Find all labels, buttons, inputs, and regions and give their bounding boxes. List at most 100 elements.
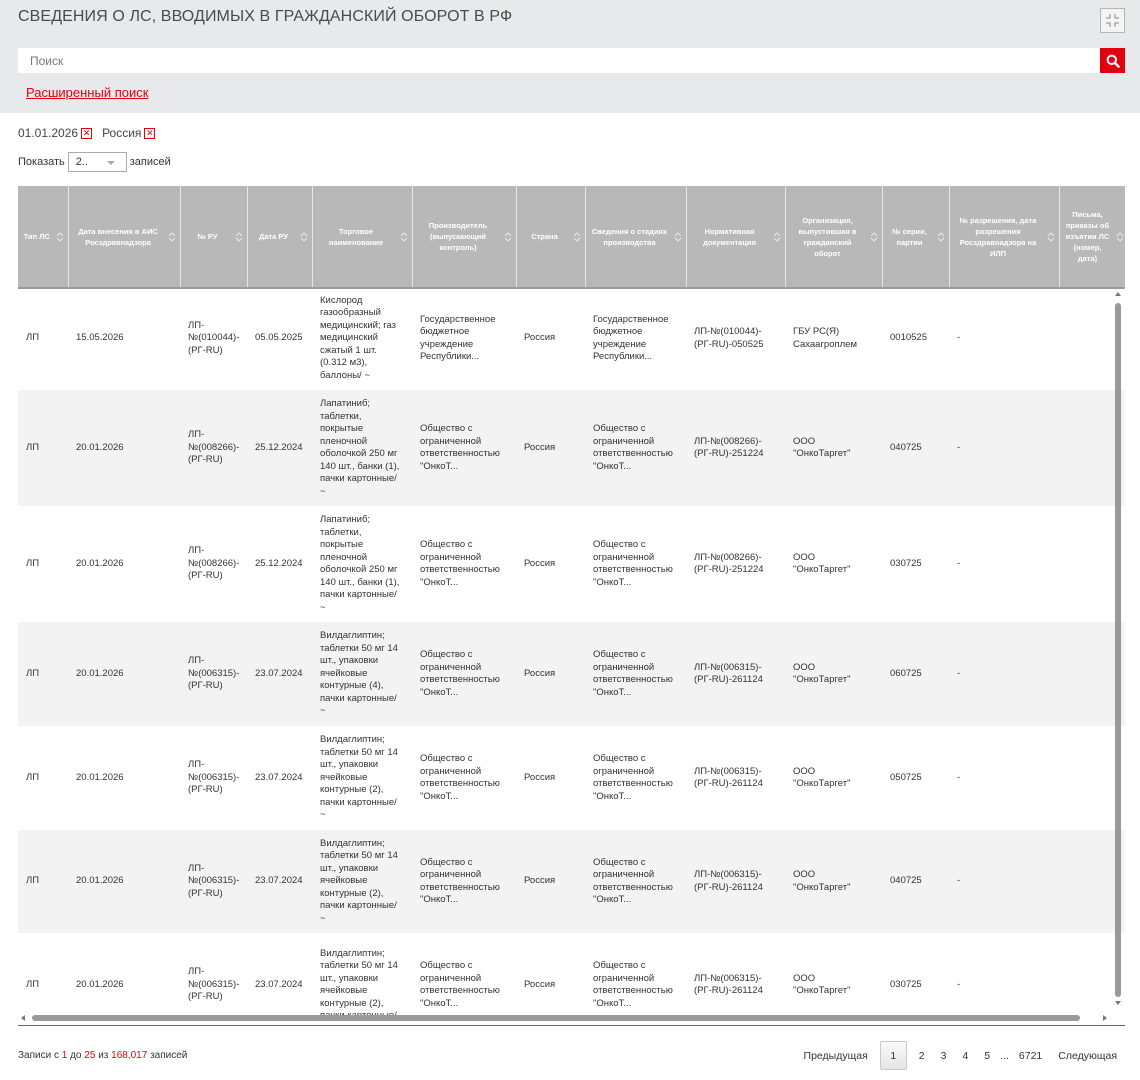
horizontal-scrollbar[interactable] [18,1012,1125,1024]
table-row[interactable]: ЛП 20.01.2026 ЛП-№(008266)-(РГ-RU) 25.12.20… [18,390,1125,506]
horizontal-scroll-thumb[interactable] [32,1015,1080,1021]
column-header-label: Письма, приказы об изъятии ЛС (номер, да… [1065,210,1110,263]
table-cell: ООО "ОнкоТаргет" [785,622,882,726]
column-header[interactable]: Дата РУ [247,186,313,287]
column-header[interactable]: Организация, выпустившая в гражданский о… [785,186,883,287]
scroll-up-icon[interactable] [1115,292,1121,296]
table-row[interactable]: ЛП 20.01.2026 ЛП-№(006315)-(РГ-RU) 23.07.20… [18,622,1125,726]
column-header[interactable]: № РУ [180,186,248,287]
pagination-page[interactable]: 5 [976,1050,998,1062]
sort-icon [870,231,877,242]
table-cell: Общество с ограниченной ответственностью… [585,390,686,506]
table-cell: Россия [516,830,585,933]
sort-icon [235,231,242,242]
table-cell: ЛП [18,830,68,933]
vertical-scroll-thumb[interactable] [1115,303,1121,997]
header-divider [18,287,1125,289]
filter-chip-label: Россия [102,126,142,140]
column-header[interactable]: Письма, приказы об изъятии ЛС (номер, да… [1059,186,1125,287]
table-cell: - [949,390,1059,506]
scroll-left-icon[interactable] [21,1015,25,1021]
table-cell: - [949,287,1059,390]
records-table: Тип ЛС Дата внесения в АИС Росздравнадзор… [18,186,1125,1026]
table-cell: ЛП-№(006315)-(РГ-RU)-261124 [686,830,785,933]
table-row[interactable]: ЛП 20.01.2026 ЛП-№(006315)-(РГ-RU) 23.07.20… [18,830,1125,933]
page-length-select[interactable]: 2.. [67,152,127,172]
column-header-label: Торговое наименование [328,226,384,247]
table-cell: 040725 [882,830,949,933]
page-title: СВЕДЕНИЯ О ЛС, ВВОДИМЫХ В ГРАЖДАНСКИЙ ОБ… [18,8,513,25]
table-cell: ЛП-№(006315)-(РГ-RU)-261124 [686,726,785,830]
table-cell: ЛП-№(008266)-(РГ-RU) [180,506,247,622]
pagination-page[interactable]: 4 [954,1050,976,1062]
sort-icon [937,231,944,242]
table-cell: Россия [516,390,585,506]
table-cell: ЛП [18,622,68,726]
table-cell: Россия [516,506,585,622]
sort-icon [573,231,580,242]
pagination-page[interactable]: 2 [911,1050,933,1062]
table-row[interactable]: ЛП 15.05.2026 ЛП-№(010044)-(РГ-RU) 05.05.20… [18,287,1125,390]
collapse-button[interactable] [1100,8,1125,33]
column-header-label: Сведения о стадиях производства [591,226,668,247]
table-cell: 25.12.2024 [247,506,312,622]
pagination-page[interactable]: 3 [933,1050,955,1062]
table-cell: - [949,726,1059,830]
column-header[interactable]: № серии, партии [882,186,950,287]
pagination-next[interactable]: Следующая [1050,1050,1125,1062]
column-header[interactable]: Дата внесения в АИС Росздравнадзора [68,186,181,287]
column-header[interactable]: № разрешения, дата разрешения Росздравна… [949,186,1060,287]
column-header[interactable]: Нормативная документация [686,186,786,287]
records-info: Записи с 1 до 25 из 168,017 записей [18,1050,188,1061]
records-table-container[interactable]: Тип ЛС Дата внесения в АИС Росздравнадзор… [18,186,1125,1026]
column-header-label: Нормативная документация [703,226,756,247]
sort-icon [1047,231,1054,242]
remove-filter-icon[interactable]: ✕ [144,127,156,139]
table-cell: 23.07.2024 [247,622,312,726]
table-cell: 0010525 [882,287,949,390]
table-cell: Государственное бюджетное учреждение Рес… [585,287,686,390]
table-cell: Общество с ограниченной ответственностью… [585,622,686,726]
pagination-current-page[interactable]: 1 [879,1041,907,1070]
table-cell: Россия [516,726,585,830]
sort-icon [504,231,511,242]
table-cell: ГБУ РС(Я) Сахаагроплем [785,287,882,390]
column-header[interactable]: Торговое наименование [312,186,413,287]
sort-icon [773,231,780,242]
advanced-search-link[interactable]: Расширенный поиск [26,85,148,100]
search-bar [18,48,1125,73]
remove-filter-icon[interactable]: ✕ [81,127,93,139]
table-cell: Общество с ограниченной ответственностью… [412,390,516,506]
table-cell: ЛП-№(008266)-(РГ-RU)-251224 [686,390,785,506]
table-cell: ЛП-№(010044)-(РГ-RU)-050525 [686,287,785,390]
scroll-right-icon[interactable] [1103,1015,1107,1021]
vertical-scrollbar[interactable] [1112,290,1124,1008]
table-cell: ЛП [18,287,68,390]
pagination-page[interactable]: 6721 [1011,1050,1050,1062]
table-cell: Общество с ограниченной ответственностью… [585,830,686,933]
scroll-down-icon[interactable] [1115,1001,1121,1005]
search-icon [1106,54,1120,68]
table-cell: ЛП-№(008266)-(РГ-RU)-251224 [686,506,785,622]
sort-icon [674,231,681,242]
table-cell: 030725 [882,506,949,622]
column-header[interactable]: Сведения о стадиях производства [585,186,687,287]
column-header-label: № серии, партии [892,226,927,247]
pagination-prev[interactable]: Предыдущая [796,1050,876,1062]
table-body: ЛП 15.05.2026 ЛП-№(010044)-(РГ-RU) 05.05.20… [18,287,1125,1026]
search-button[interactable] [1100,48,1125,73]
column-header[interactable]: Производитель (выпускающий контроль) [412,186,517,287]
table-cell: Вилдаглиптин; таблетки 50 мг 14 шт., упа… [312,726,412,830]
filter-chip-date: 01.01.2026 ✕ [18,126,93,140]
table-cell: 23.07.2024 [247,726,312,830]
table-row[interactable]: ЛП 20.01.2026 ЛП-№(008266)-(РГ-RU) 25.12.20… [18,506,1125,622]
table-cell: Общество с ограниченной ответственностью… [412,830,516,933]
column-header[interactable]: Страна [516,186,586,287]
table-cell: ЛП-№(006315)-(РГ-RU) [180,830,247,933]
table-cell: ЛП-№(010044)-(РГ-RU) [180,287,247,390]
column-header-label: Тип ЛС [23,232,50,241]
column-header[interactable]: Тип ЛС [18,186,69,287]
column-header-label: Страна [531,232,558,241]
search-input[interactable] [18,48,1100,73]
table-row[interactable]: ЛП 20.01.2026 ЛП-№(006315)-(РГ-RU) 23.07.20… [18,726,1125,830]
